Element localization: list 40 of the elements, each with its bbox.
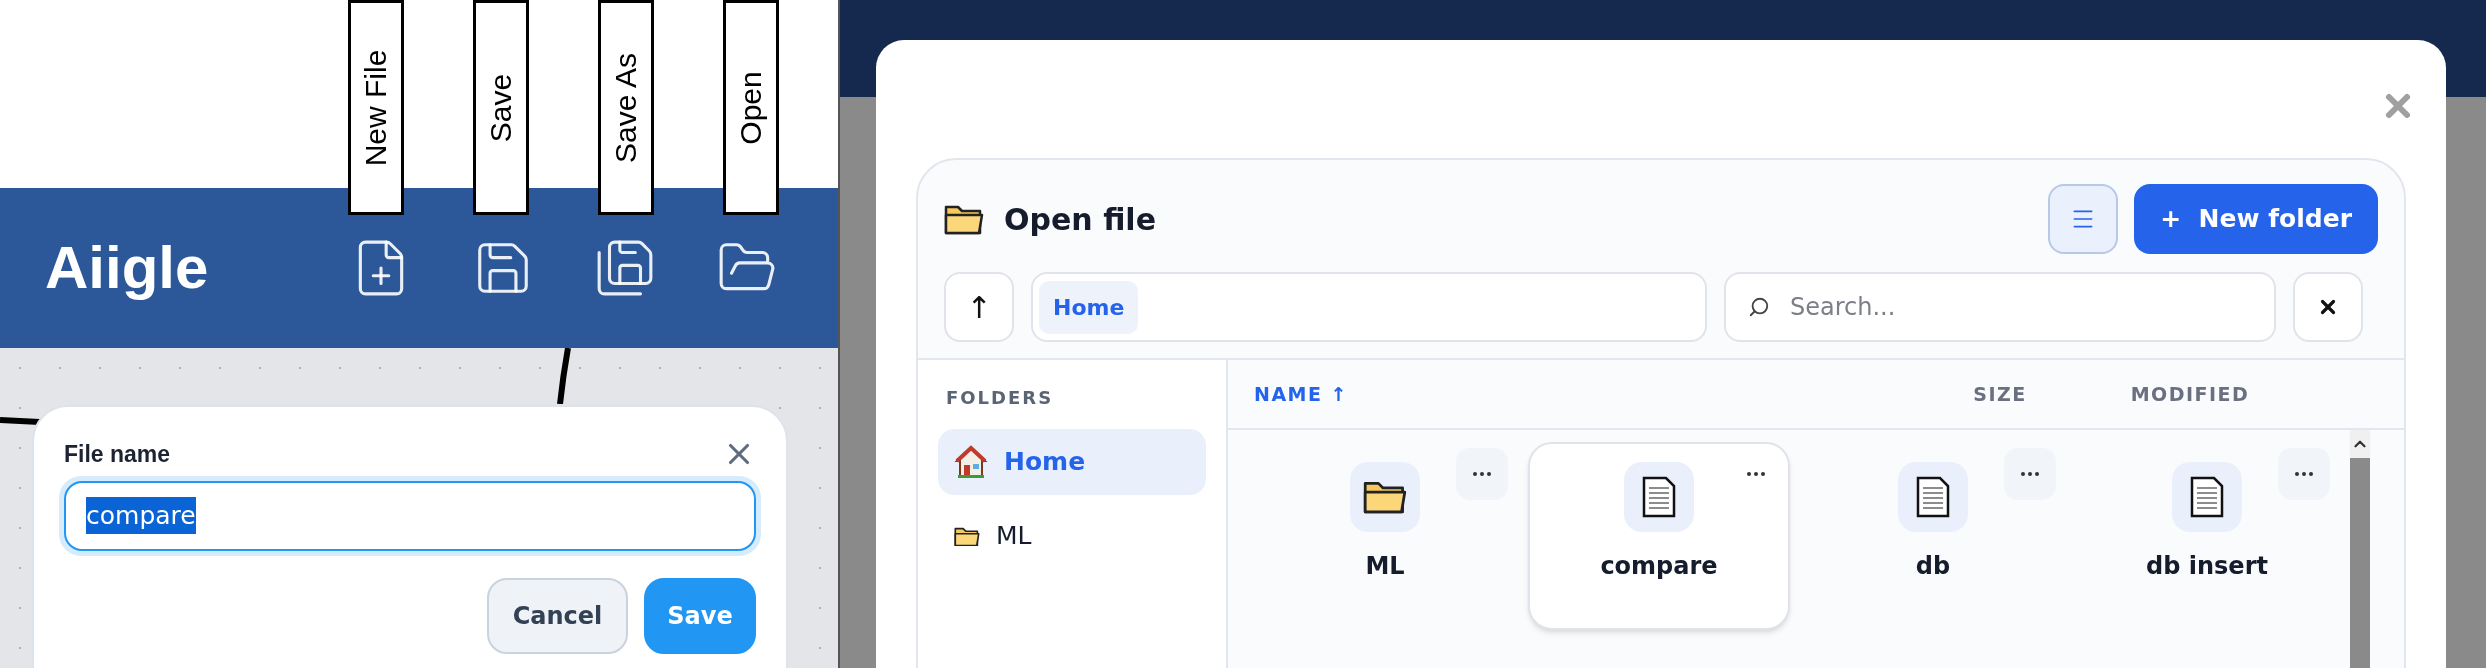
breadcrumb-item[interactable]: Home	[1039, 280, 1139, 334]
search-icon	[1748, 296, 1770, 318]
connector-line	[555, 348, 571, 404]
tooltip-label: Open	[723, 0, 779, 215]
connector-line	[0, 416, 40, 426]
clear-button[interactable]	[2293, 272, 2363, 342]
folder-icon	[954, 525, 980, 547]
dialog-title: Open file	[1004, 200, 1156, 239]
column-header[interactable]: SIZE	[1910, 379, 2090, 409]
file-tile[interactable]: compare	[1528, 442, 1790, 630]
folder-icon	[1363, 479, 1407, 515]
house-icon	[954, 445, 988, 479]
file-name-field[interactable]: compare	[59, 475, 761, 556]
tooltip-label: New File	[348, 0, 404, 215]
file-name: db	[1915, 551, 1951, 582]
tooltip-label: Save As	[598, 0, 654, 215]
app-logo: Aiigle	[45, 233, 210, 303]
document-icon	[1642, 476, 1676, 518]
folder-icon	[944, 203, 984, 235]
search-bar[interactable]: Search...	[1724, 272, 2276, 342]
file-tile[interactable]: ML	[1254, 442, 1516, 630]
folder-item[interactable]: Home	[938, 429, 1206, 495]
file-name: ML	[1365, 551, 1405, 582]
search-field[interactable]: Search...	[1790, 289, 2250, 325]
file-tile[interactable]: db insert	[2076, 442, 2338, 630]
document-icon	[1916, 476, 1950, 518]
document-icon	[2190, 476, 2224, 518]
cancel-button[interactable]: Cancel	[487, 577, 628, 654]
file-name: compare	[1600, 551, 1718, 582]
tooltip-label: Save	[473, 0, 529, 215]
folder-item[interactable]: ML	[938, 503, 1206, 569]
column-header[interactable]: MODIFIED	[2090, 379, 2290, 409]
file-name: db insert	[2146, 551, 2268, 582]
file-tile[interactable]: db	[1802, 442, 2064, 630]
column-header[interactable]: NAME ↑	[1254, 379, 1910, 409]
new-folder-button[interactable]: + New folder	[2134, 184, 2378, 254]
save-button[interactable]: Save	[644, 577, 756, 654]
field-label: File name	[64, 440, 171, 469]
up-button[interactable]: ↑	[944, 272, 1014, 342]
sidebar-heading: FOLDERS	[945, 386, 1055, 410]
